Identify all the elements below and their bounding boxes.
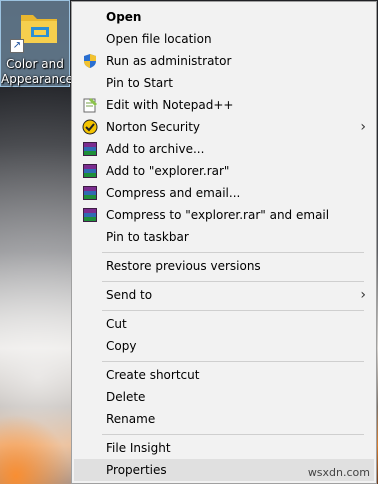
menu-item-label: Open xyxy=(106,10,142,24)
menu-item-add-to-archive[interactable]: Add to archive... xyxy=(74,138,374,160)
menu-item-open-file-location[interactable]: Open file location xyxy=(74,28,374,50)
menu-item-label: Delete xyxy=(106,390,146,404)
menu-item-pin-to-taskbar[interactable]: Pin to taskbar xyxy=(74,226,374,248)
menu-separator xyxy=(102,310,364,311)
watermark: wsxdn.com xyxy=(307,466,370,479)
desktop-icon-label-line2: Appearance xyxy=(1,72,74,86)
menu-item-label: Copy xyxy=(106,339,137,353)
menu-item-label: Compress to "explorer.rar" and email xyxy=(106,208,330,222)
submenu-chevron-icon: › xyxy=(360,119,366,135)
menu-item-rename[interactable]: Rename xyxy=(74,408,374,430)
submenu-chevron-icon: › xyxy=(360,287,366,303)
menu-item-label: Restore previous versions xyxy=(106,259,261,273)
menu-item-run-as-administrator[interactable]: Run as administrator xyxy=(74,50,374,72)
winrar-icon xyxy=(82,185,98,201)
winrar-icon xyxy=(82,207,98,223)
menu-item-label: Properties xyxy=(106,463,167,477)
menu-item-send-to[interactable]: Send to › xyxy=(74,284,374,306)
menu-separator xyxy=(102,281,364,282)
menu-item-label: Send to xyxy=(106,288,153,302)
menu-item-delete[interactable]: Delete xyxy=(74,386,374,408)
shortcut-arrow-icon: ↗ xyxy=(10,39,24,53)
menu-item-label: Edit with Notepad++ xyxy=(106,98,234,112)
menu-item-restore-previous-versions[interactable]: Restore previous versions xyxy=(74,255,374,277)
menu-item-open[interactable]: Open xyxy=(74,6,374,28)
winrar-icon xyxy=(82,141,98,157)
desktop-icon-label: Color and Appearance xyxy=(1,57,74,87)
menu-item-compress-to-explorer-rar-and-email[interactable]: Compress to "explorer.rar" and email xyxy=(74,204,374,226)
menu-item-label: Pin to taskbar xyxy=(106,230,189,244)
menu-item-label: Rename xyxy=(106,412,156,426)
menu-item-norton-security[interactable]: Norton Security › xyxy=(74,116,374,138)
menu-item-label: Run as administrator xyxy=(106,54,232,68)
menu-item-create-shortcut[interactable]: Create shortcut xyxy=(74,364,374,386)
context-menu: Open Open file location Run as administr… xyxy=(71,1,377,484)
menu-item-label: Create shortcut xyxy=(106,368,200,382)
menu-separator xyxy=(102,252,364,253)
menu-item-label: Norton Security xyxy=(106,120,200,134)
menu-item-pin-to-start[interactable]: Pin to Start xyxy=(74,72,374,94)
menu-separator xyxy=(102,434,364,435)
menu-item-label: Pin to Start xyxy=(106,76,173,90)
menu-item-label: Open file location xyxy=(106,32,212,46)
menu-item-label: Cut xyxy=(106,317,127,331)
menu-item-cut[interactable]: Cut xyxy=(74,313,374,335)
menu-item-label: Add to archive... xyxy=(106,142,205,156)
menu-item-edit-with-notepad[interactable]: Edit with Notepad++ xyxy=(74,94,374,116)
desktop-shortcut-color-and-appearance[interactable]: ↗ Color and Appearance xyxy=(0,0,74,87)
menu-item-compress-and-email[interactable]: Compress and email... xyxy=(74,182,374,204)
folder-icon xyxy=(21,15,57,43)
winrar-icon xyxy=(82,163,98,179)
menu-item-copy[interactable]: Copy xyxy=(74,335,374,357)
menu-item-label: Compress and email... xyxy=(106,186,241,200)
menu-separator xyxy=(102,361,364,362)
menu-item-label: File Insight xyxy=(106,441,171,455)
norton-icon xyxy=(82,119,98,135)
desktop-icon-label-line1: Color and xyxy=(6,57,64,71)
menu-item-add-to-explorer-rar[interactable]: Add to "explorer.rar" xyxy=(74,160,374,182)
shield-icon xyxy=(84,54,96,68)
menu-item-label: Add to "explorer.rar" xyxy=(106,164,230,178)
notepad-icon xyxy=(83,98,97,113)
menu-item-file-insight[interactable]: File Insight xyxy=(74,437,374,459)
